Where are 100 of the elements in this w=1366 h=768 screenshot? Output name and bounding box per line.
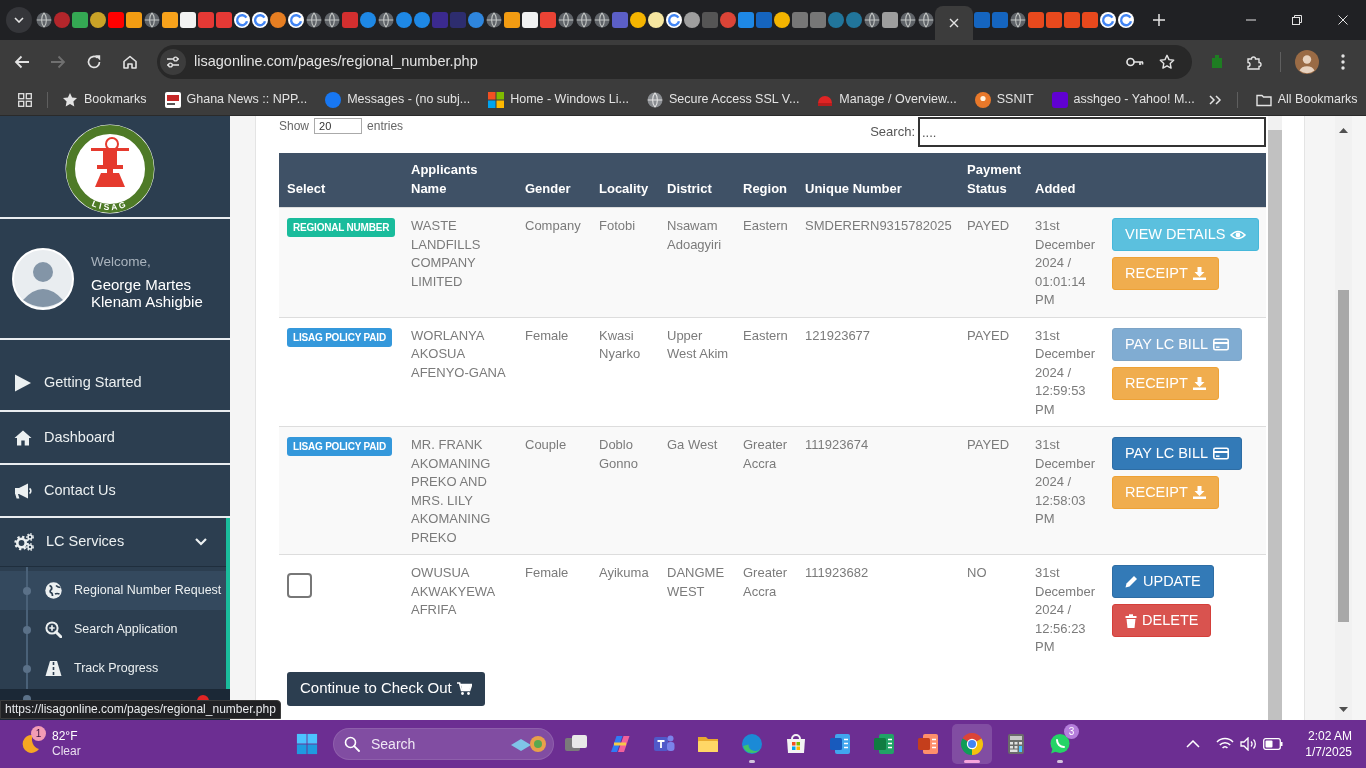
ring-favicon-icon[interactable]	[666, 12, 682, 28]
all-bookmarks-button[interactable]: All Bookmarks	[1247, 86, 1366, 113]
delete-button[interactable]: DELETE	[1112, 604, 1212, 637]
ring-favicon-icon[interactable]	[252, 12, 268, 28]
welcome-text: Welcome,	[91, 253, 152, 270]
submenu-item[interactable]: Regional Number Request	[0, 571, 226, 610]
plus-icon[interactable]	[1152, 13, 1166, 27]
pay-bill-button[interactable]: PAY LC BILL	[1112, 437, 1243, 470]
bookmark-item[interactable]: asshgeo - Yahoo! M...	[1043, 86, 1203, 113]
double-chevron-icon[interactable]	[1207, 93, 1222, 106]
globe-icon[interactable]	[378, 12, 394, 28]
bookmark-item[interactable]: SSNIT	[966, 86, 1042, 113]
bookmark-item[interactable]: Secure Access SSL V...	[638, 86, 808, 113]
column-header: Gender	[517, 153, 591, 208]
scroll-down-icon[interactable]	[1339, 707, 1348, 712]
bookmark-item[interactable]: Messages - (no subj...	[317, 86, 479, 113]
start-icon[interactable]	[296, 733, 318, 755]
table-cell: Kwasi Nyarko	[591, 317, 659, 427]
show-label: Show	[279, 118, 310, 135]
clock-time: 2:02 AM	[1307, 728, 1352, 744]
round-favicon-icon	[325, 91, 342, 108]
round-favicon-icon[interactable]	[648, 12, 664, 28]
bookmark-item[interactable]: Home - Windows Li...	[480, 86, 637, 113]
table-cell: Upper West Akim	[659, 317, 735, 427]
table-cell: WASTE LANDFILLS COMPANY LIMITED	[403, 207, 517, 317]
globe-icon	[646, 91, 663, 108]
menu-item[interactable]: LC Services	[0, 518, 226, 567]
bookmark-item[interactable]: Ghana News :: NPP...	[156, 86, 316, 113]
tune-icon	[166, 56, 180, 68]
column-header: District	[659, 153, 735, 208]
close-icon[interactable]	[949, 18, 959, 28]
bookmark-item[interactable]: Manage / Overview...	[809, 86, 965, 113]
battery-icon[interactable]	[1263, 738, 1283, 750]
column-header: Payment Status	[959, 153, 1027, 208]
round-favicon-icon[interactable]	[774, 12, 790, 28]
taskbar-button[interactable]	[952, 724, 992, 764]
round-favicon-icon[interactable]	[684, 12, 700, 28]
ring-favicon-icon[interactable]	[288, 12, 304, 28]
table-cell: Greater Accra	[735, 426, 797, 555]
table-cell: Female	[517, 554, 591, 664]
table-cell: Nsawam Adoagyiri	[659, 207, 735, 317]
table-cell: OWUSUA AKWAKYEWA AFRIFA	[403, 554, 517, 664]
restore-icon[interactable]	[1292, 15, 1302, 25]
pencil-icon	[1125, 575, 1138, 588]
more-menu-icon[interactable]	[1341, 54, 1345, 70]
chevron-up-icon[interactable]	[1186, 740, 1200, 748]
table-cell: PAYED	[959, 207, 1027, 317]
table-cell: DANGME WEST	[659, 554, 735, 664]
play-icon	[14, 374, 32, 392]
address-bar[interactable]: lisagonline.com/pages/regional_number.php	[157, 45, 1192, 79]
round-favicon-icon[interactable]	[270, 12, 286, 28]
key-icon[interactable]	[1126, 57, 1144, 67]
scroll-up-icon[interactable]	[1339, 128, 1348, 133]
table-cell: Fotobi	[591, 207, 659, 317]
apps-grid-icon[interactable]	[18, 92, 32, 107]
speaker-icon[interactable]	[1240, 737, 1258, 751]
tab-search-button[interactable]	[6, 7, 32, 33]
star-icon	[62, 91, 78, 108]
ring-favicon-icon[interactable]	[234, 12, 250, 28]
column-header: Added	[1027, 153, 1104, 208]
reload-icon[interactable]	[86, 54, 102, 70]
ring-favicon-icon[interactable]	[1100, 12, 1116, 28]
avatar-icon[interactable]	[1295, 50, 1319, 74]
globe-icon[interactable]	[324, 12, 340, 28]
globe-icon[interactable]	[558, 12, 574, 28]
submenu-item[interactable]: Search Application	[0, 610, 226, 649]
globe-icon[interactable]	[594, 12, 610, 28]
globe-icon[interactable]	[900, 12, 916, 28]
checkout-button[interactable]: Continue to Check Out	[287, 671, 485, 706]
globe-icon[interactable]	[864, 12, 880, 28]
globe-icon[interactable]	[576, 12, 592, 28]
close-icon[interactable]	[1338, 15, 1348, 25]
puzzle-icon[interactable]	[1246, 54, 1262, 70]
back-icon[interactable]	[14, 54, 30, 70]
submenu-item[interactable]: Track Progress	[0, 649, 226, 688]
round-favicon-icon[interactable]	[90, 12, 106, 28]
search-field[interactable]: ....	[918, 117, 1266, 147]
wave-circle-icon	[740, 732, 764, 756]
page-size-select[interactable]: 20	[314, 118, 363, 134]
checkbox[interactable]	[287, 573, 312, 598]
round-favicon-icon[interactable]	[630, 12, 646, 28]
globe-icon[interactable]	[486, 12, 502, 28]
wifi-icon[interactable]	[1216, 737, 1234, 751]
globe-icon[interactable]	[1010, 12, 1026, 28]
home-icon[interactable]	[122, 54, 138, 70]
notification-badge: 1	[31, 726, 46, 741]
eye-icon	[1230, 228, 1247, 241]
update-button[interactable]: UPDATE	[1112, 565, 1214, 598]
globe-icon[interactable]	[36, 12, 52, 28]
star-icon[interactable]	[1159, 54, 1175, 70]
site-info-button[interactable]	[160, 49, 186, 75]
ring-favicon-icon[interactable]	[1118, 12, 1134, 28]
type-badge: LISAG POLICY PAID	[287, 327, 392, 347]
table-cell: 31st December 2024 / 12:59:53 PM	[1027, 317, 1104, 427]
browser-tab[interactable]	[935, 6, 973, 40]
bookmark-item[interactable]: Bookmarks	[54, 86, 155, 113]
globe-icon[interactable]	[306, 12, 322, 28]
cart-icon	[456, 682, 472, 695]
globe-icon[interactable]	[918, 12, 934, 28]
globe-icon[interactable]	[144, 12, 160, 28]
